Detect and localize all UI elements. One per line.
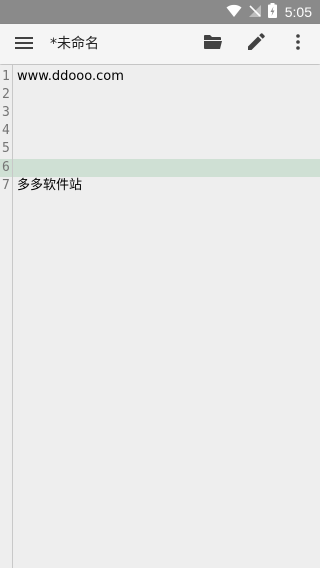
editor-line[interactable]: 3: [0, 104, 320, 122]
edit-button[interactable]: [244, 32, 268, 56]
signal-off-icon: [248, 3, 262, 22]
editor-line[interactable]: 5: [0, 140, 320, 158]
editor-line-current[interactable]: 6: [0, 159, 320, 177]
line-number: 7: [2, 178, 10, 193]
open-file-button[interactable]: [201, 32, 225, 56]
status-bar: 5:05: [0, 0, 320, 24]
line-number: 4: [2, 123, 10, 138]
editor-line[interactable]: 7 多多软件站: [0, 177, 320, 195]
line-number: 3: [2, 105, 10, 120]
gutter-divider: [12, 65, 13, 568]
status-icons: 5:05: [226, 0, 312, 24]
line-number: 5: [2, 141, 10, 156]
more-options-button[interactable]: [286, 32, 310, 56]
line-text[interactable]: 多多软件站: [17, 177, 82, 195]
line-number: 6: [2, 160, 10, 175]
line-text[interactable]: www.ddooo.com: [17, 68, 124, 86]
editor-line[interactable]: 2: [0, 86, 320, 104]
hamburger-menu-icon: [15, 35, 33, 54]
folder-open-icon: [203, 34, 223, 54]
editor-line[interactable]: 1 www.ddooo.com: [0, 68, 320, 86]
battery-charging-icon: [267, 2, 277, 22]
editor-line[interactable]: 4: [0, 122, 320, 140]
status-time: 5:05: [284, 4, 312, 20]
wifi-icon: [226, 3, 242, 22]
line-number: 1: [2, 69, 10, 84]
more-vertical-icon: [295, 34, 301, 54]
pencil-icon: [247, 33, 265, 55]
toolbar: *未命名: [0, 24, 320, 64]
text-editor[interactable]: 1 www.ddooo.com 2 3 4 5 6 7 多多软件站: [0, 65, 320, 568]
menu-button[interactable]: [12, 32, 36, 56]
document-title: *未命名: [50, 36, 99, 52]
line-number: 2: [2, 87, 10, 102]
